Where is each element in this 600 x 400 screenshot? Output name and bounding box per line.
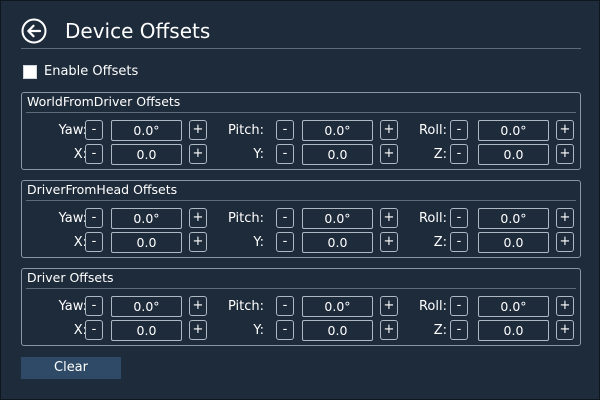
group-divider [26, 288, 576, 289]
roll-decrement-button[interactable]: - [450, 296, 468, 316]
offset-group-driverfromhead-offsets: DriverFromHead Offsets Yaw: -0.0° + Pitch: -0… [21, 180, 581, 258]
roll-label: Roll: [418, 299, 447, 314]
z-increment-button[interactable]: + [556, 144, 574, 164]
group-divider [26, 200, 576, 201]
yaw-increment-button[interactable]: + [189, 120, 207, 140]
z-decrement-button[interactable]: - [450, 144, 468, 164]
pitch-value-field[interactable]: 0.0° [302, 296, 373, 317]
z-value-field[interactable]: 0.0 [478, 232, 549, 253]
offset-group-driver-offsets: Driver Offsets Yaw: -0.0° + Pitch: -0.0° + Roll… [21, 268, 581, 346]
yaw-value-field[interactable]: 0.0° [111, 208, 182, 229]
x-value-field[interactable]: 0.0 [111, 320, 182, 341]
back-arrow-icon[interactable] [21, 18, 47, 44]
group-title: WorldFromDriver Offsets [27, 94, 181, 109]
yaw-label: Yaw: [58, 211, 87, 226]
enable-offsets-toggle[interactable]: Enable Offsets [23, 64, 138, 79]
pitch-decrement-button[interactable]: - [276, 208, 294, 228]
device-offsets-window: Device Offsets Enable Offsets WorldFromD… [0, 0, 600, 400]
roll-decrement-button[interactable]: - [450, 120, 468, 140]
yaw-decrement-button[interactable]: - [85, 120, 103, 140]
y-increment-button[interactable]: + [380, 144, 398, 164]
yaw-increment-button[interactable]: + [189, 208, 207, 228]
yaw-label: Yaw: [58, 123, 87, 138]
z-decrement-button[interactable]: - [450, 320, 468, 340]
roll-decrement-button[interactable]: - [450, 208, 468, 228]
y-increment-button[interactable]: + [380, 320, 398, 340]
pitch-label: Pitch: [227, 211, 264, 226]
z-label: Z: [433, 323, 447, 338]
y-value-field[interactable]: 0.0 [302, 144, 373, 165]
pitch-label: Pitch: [227, 299, 264, 314]
pitch-value-field[interactable]: 0.0° [302, 120, 373, 141]
x-decrement-button[interactable]: - [85, 144, 103, 164]
x-value-field[interactable]: 0.0 [111, 144, 182, 165]
z-value-field[interactable]: 0.0 [478, 320, 549, 341]
roll-value-field[interactable]: 0.0° [478, 208, 549, 229]
y-value-field[interactable]: 0.0 [302, 320, 373, 341]
yaw-value-field[interactable]: 0.0° [111, 296, 182, 317]
pitch-decrement-button[interactable]: - [276, 296, 294, 316]
x-increment-button[interactable]: + [189, 320, 207, 340]
pitch-increment-button[interactable]: + [380, 208, 398, 228]
z-increment-button[interactable]: + [556, 232, 574, 252]
roll-value-field[interactable]: 0.0° [478, 120, 549, 141]
group-title: DriverFromHead Offsets [27, 182, 178, 197]
roll-value-field[interactable]: 0.0° [478, 296, 549, 317]
x-value-field[interactable]: 0.0 [111, 232, 182, 253]
header: Device Offsets [21, 15, 210, 47]
pitch-increment-button[interactable]: + [380, 120, 398, 140]
offset-row: X: -0.0 + Y: -0.0 + Z: -0.0 + [22, 144, 580, 166]
pitch-decrement-button[interactable]: - [276, 120, 294, 140]
y-decrement-button[interactable]: - [276, 144, 294, 164]
yaw-decrement-button[interactable]: - [85, 208, 103, 228]
y-decrement-button[interactable]: - [276, 232, 294, 252]
z-decrement-button[interactable]: - [450, 232, 468, 252]
roll-label: Roll: [418, 123, 447, 138]
enable-offsets-label: Enable Offsets [44, 64, 139, 79]
clear-button[interactable]: Clear [21, 357, 121, 379]
yaw-value-field[interactable]: 0.0° [111, 120, 182, 141]
offset-row: X: -0.0 + Y: -0.0 + Z: -0.0 + [22, 320, 580, 342]
page-title: Device Offsets [65, 19, 211, 43]
offset-row: Yaw: -0.0° + Pitch: -0.0° + Roll: -0.0° + [22, 208, 580, 230]
offset-group-worldfromdriver-offsets: WorldFromDriver Offsets Yaw: -0.0° + Pitch: -… [21, 92, 581, 170]
x-increment-button[interactable]: + [189, 144, 207, 164]
yaw-increment-button[interactable]: + [189, 296, 207, 316]
header-divider [21, 48, 581, 49]
pitch-label: Pitch: [227, 123, 264, 138]
pitch-value-field[interactable]: 0.0° [302, 208, 373, 229]
offset-row: X: -0.0 + Y: -0.0 + Z: -0.0 + [22, 232, 580, 254]
offset-row: Yaw: -0.0° + Pitch: -0.0° + Roll: -0.0° + [22, 296, 580, 318]
roll-increment-button[interactable]: + [556, 208, 574, 228]
roll-label: Roll: [418, 211, 447, 226]
y-label: Y: [253, 323, 264, 338]
y-increment-button[interactable]: + [380, 232, 398, 252]
enable-offsets-checkbox[interactable] [23, 64, 37, 79]
yaw-label: Yaw: [58, 299, 87, 314]
y-decrement-button[interactable]: - [276, 320, 294, 340]
x-increment-button[interactable]: + [189, 232, 207, 252]
group-divider [26, 112, 576, 113]
y-label: Y: [253, 235, 264, 250]
group-title: Driver Offsets [27, 270, 114, 285]
roll-increment-button[interactable]: + [556, 296, 574, 316]
y-label: Y: [253, 147, 264, 162]
y-value-field[interactable]: 0.0 [302, 232, 373, 253]
x-decrement-button[interactable]: - [85, 232, 103, 252]
yaw-decrement-button[interactable]: - [85, 296, 103, 316]
x-decrement-button[interactable]: - [85, 320, 103, 340]
roll-increment-button[interactable]: + [556, 120, 574, 140]
pitch-increment-button[interactable]: + [380, 296, 398, 316]
z-label: Z: [433, 147, 447, 162]
offset-row: Yaw: -0.0° + Pitch: -0.0° + Roll: -0.0° + [22, 120, 580, 142]
z-value-field[interactable]: 0.0 [478, 144, 549, 165]
z-label: Z: [433, 235, 447, 250]
z-increment-button[interactable]: + [556, 320, 574, 340]
